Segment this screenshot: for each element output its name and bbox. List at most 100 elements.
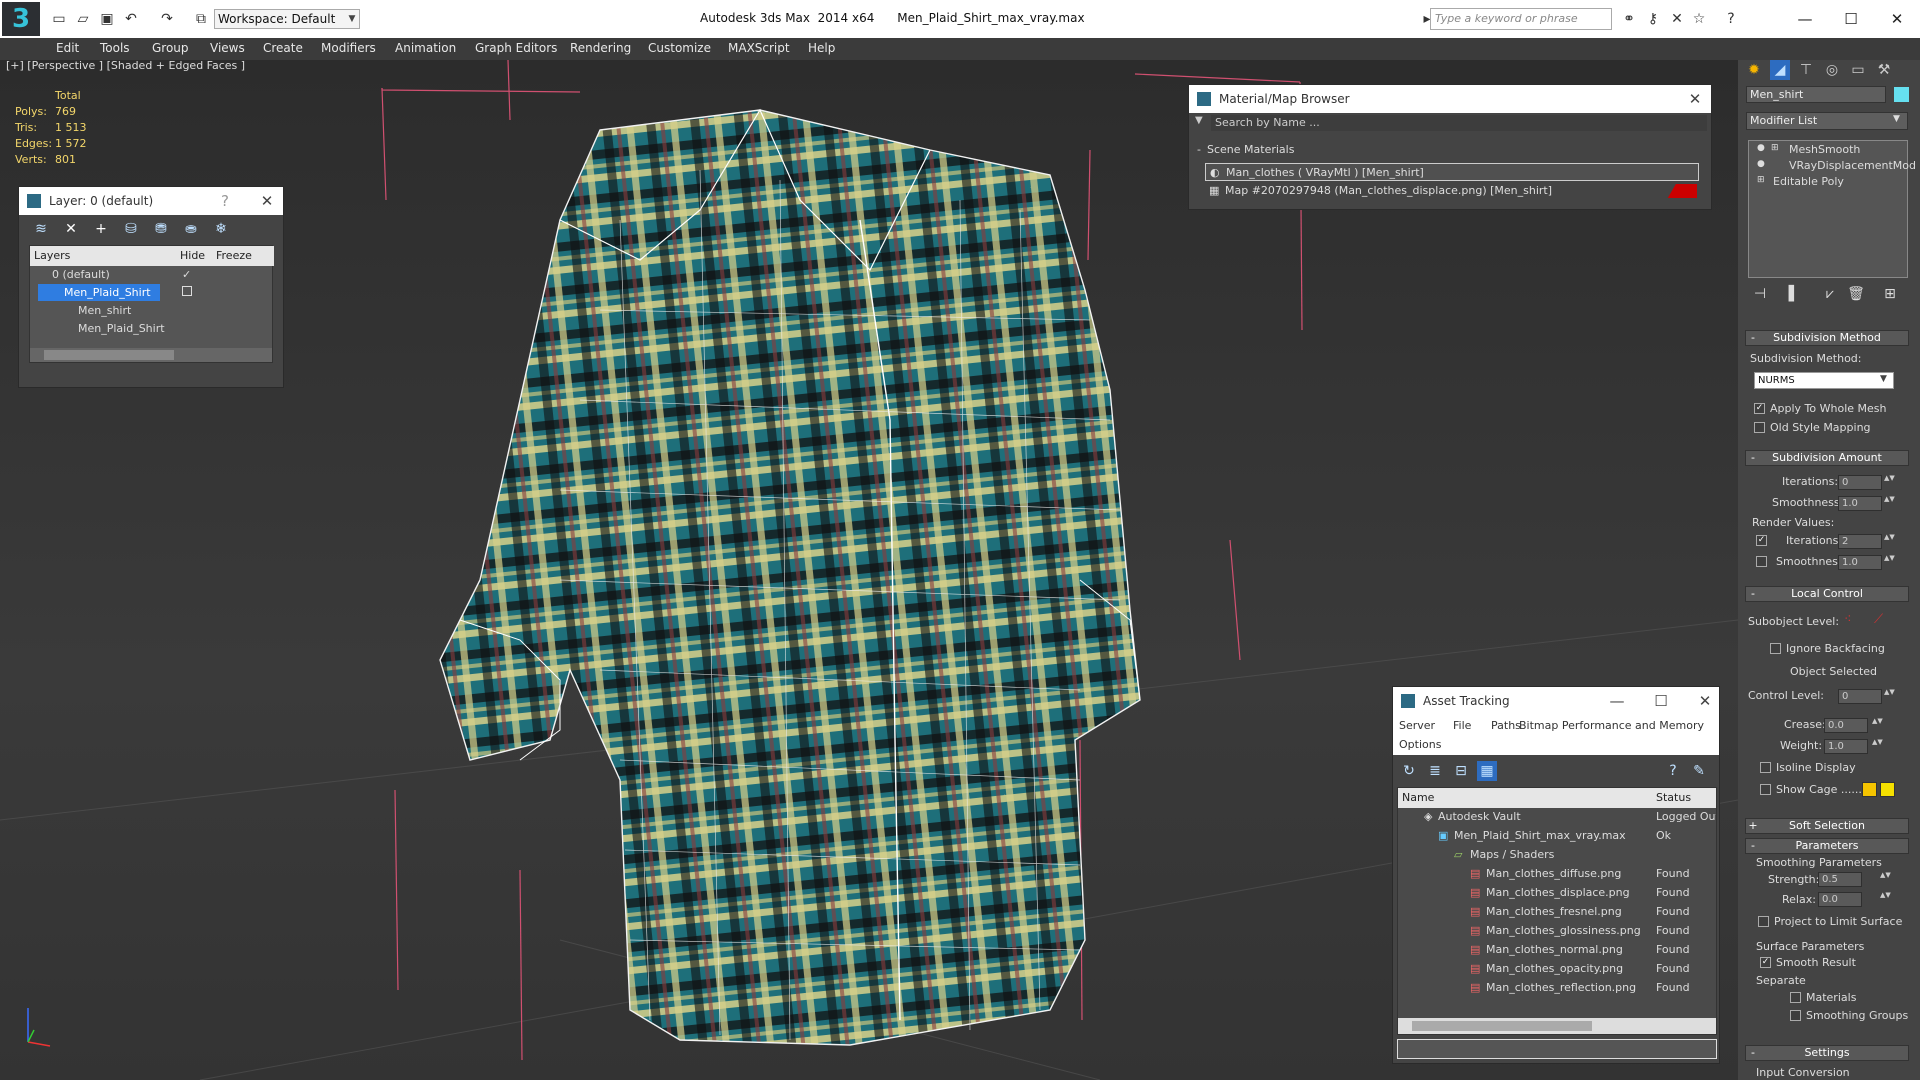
menu-rendering[interactable]: Rendering	[570, 41, 631, 55]
rollout-subdivision-method[interactable]: - Subdivision Method	[1745, 330, 1909, 346]
create-tab-icon[interactable]: ✹	[1744, 60, 1764, 80]
hide-column-header[interactable]: Hide	[176, 246, 212, 266]
app-logo-icon[interactable]: 3	[2, 2, 40, 36]
table-view-icon[interactable]: ▦	[1477, 761, 1497, 781]
collapse-icon[interactable]: -	[1746, 331, 1760, 345]
list-view-icon[interactable]: ≣	[1425, 761, 1445, 781]
select-objects-icon[interactable]: ⛁	[121, 219, 141, 239]
rollout-local-control[interactable]: - Local Control	[1745, 586, 1909, 602]
asset-row-name[interactable]: Man_clothes_displace.png	[1486, 886, 1630, 899]
isoline-display-checkbox[interactable]	[1760, 762, 1771, 773]
filter-icon[interactable]: ▼	[1195, 115, 1207, 129]
menu-graph-editors[interactable]: Graph Editors	[475, 41, 557, 55]
help-icon[interactable]: ?	[211, 187, 239, 215]
asset-row-name[interactable]: Man_clothes_reflection.png	[1486, 981, 1636, 994]
freeze-all-layers-icon[interactable]: ❄	[211, 219, 231, 239]
control-level-spinner[interactable]: 0	[1838, 689, 1882, 704]
menu-views[interactable]: Views	[210, 41, 245, 55]
collapse-icon[interactable]: -	[1746, 451, 1760, 465]
menu-animation[interactable]: Animation	[395, 41, 456, 55]
spinner-arrows-icon[interactable]: ▲▼	[1884, 689, 1895, 704]
asset-row-name[interactable]: Men_Plaid_Shirt_max_vray.max	[1454, 829, 1626, 842]
spinner-arrows-icon[interactable]: ▲▼	[1884, 475, 1895, 490]
delete-layer-icon[interactable]: ✕	[61, 219, 81, 239]
name-column-header[interactable]: Name	[1398, 788, 1652, 808]
relax-spinner[interactable]: 0.0	[1818, 892, 1862, 907]
apply-whole-mesh-checkbox[interactable]: ✓	[1754, 403, 1765, 414]
refresh-icon[interactable]: ↻	[1399, 761, 1419, 781]
modifier-vraydisplacement[interactable]: VRayDisplacementMod	[1789, 159, 1916, 172]
layer-toggle-icon[interactable]	[182, 286, 192, 296]
render-iterations-checkbox[interactable]: ✓	[1756, 535, 1767, 546]
show-end-result-icon[interactable]: ▌	[1784, 284, 1804, 304]
scrollbar-thumb[interactable]	[1412, 1021, 1592, 1031]
bulb-icon[interactable]: ●	[1757, 159, 1765, 169]
asset-row-name[interactable]: Man_clothes_opacity.png	[1486, 962, 1623, 975]
object-name-field[interactable]: Men_shirt	[1746, 86, 1886, 103]
menu-customize[interactable]: Customize	[648, 41, 711, 55]
chevron-down-icon[interactable]: ▼	[1893, 114, 1905, 128]
scene-materials-section[interactable]: Scene Materials	[1207, 143, 1294, 156]
layer-item-selected[interactable]: Men_Plaid_Shirt	[38, 284, 160, 301]
star-icon[interactable]: ☆	[1690, 10, 1708, 28]
section-toggle-icon[interactable]: -	[1197, 143, 1201, 156]
undo-icon[interactable]: ↶	[122, 10, 140, 28]
asset-row-name[interactable]: Man_clothes_fresnel.png	[1486, 905, 1622, 918]
iterations-spinner[interactable]: 0	[1838, 475, 1882, 490]
crease-spinner[interactable]: 0.0	[1824, 718, 1868, 733]
subdivision-method-select[interactable]: NURMS	[1754, 372, 1894, 389]
rollout-soft-selection[interactable]: + Soft Selection	[1745, 818, 1909, 834]
freeze-column-header[interactable]: Freeze	[212, 246, 274, 266]
maximize-button[interactable]: ☐	[1828, 6, 1874, 32]
horizontal-scrollbar[interactable]	[30, 348, 272, 362]
exchange-icon[interactable]: ✕	[1668, 10, 1686, 28]
minimize-button[interactable]: —	[1782, 6, 1828, 32]
remove-modifier-icon[interactable]: 🗑	[1846, 284, 1866, 304]
bulb-icon[interactable]: ●	[1757, 143, 1765, 153]
scrollbar-thumb[interactable]	[44, 350, 174, 360]
active-layer-check-icon[interactable]: ✓	[182, 268, 191, 281]
spinner-arrows-icon[interactable]: ▲▼	[1884, 555, 1895, 570]
help-icon[interactable]: ?	[1722, 10, 1740, 28]
workspace-dropdown[interactable]: Workspace: Default	[214, 9, 360, 29]
menu-maxscript[interactable]: MAXScript	[728, 41, 790, 55]
show-cage-checkbox[interactable]	[1760, 784, 1771, 795]
create-layer-icon[interactable]: ≋	[31, 219, 51, 239]
close-button[interactable]: ✕	[1874, 6, 1920, 32]
render-smoothness-spinner[interactable]: 1.0	[1838, 555, 1882, 570]
project-limit-surface-checkbox[interactable]	[1758, 916, 1769, 927]
spinner-arrows-icon[interactable]: ▲▼	[1872, 739, 1883, 754]
make-unique-icon[interactable]: ⩗	[1820, 284, 1840, 304]
object-item[interactable]: Men_shirt	[78, 304, 131, 317]
asset-row-name[interactable]: Maps / Shaders	[1470, 848, 1554, 861]
object-item[interactable]: Men_Plaid_Shirt	[78, 322, 165, 335]
add-to-layer-icon[interactable]: +	[91, 219, 111, 239]
render-smoothness-checkbox[interactable]	[1756, 556, 1767, 567]
separate-smoothing-groups-checkbox[interactable]	[1790, 1010, 1801, 1021]
collapse-icon[interactable]: -	[1746, 839, 1760, 853]
pin-stack-icon[interactable]: ⊣	[1750, 284, 1770, 304]
vertex-subobject-icon[interactable]: ⁖	[1844, 612, 1852, 627]
maximize-icon[interactable]: ☐	[1647, 687, 1675, 715]
motion-tab-icon[interactable]: ◎	[1822, 60, 1842, 80]
binoculars-icon[interactable]: ⚭	[1620, 10, 1638, 28]
menu-options[interactable]: Options	[1399, 738, 1441, 751]
collapse-icon[interactable]: -	[1746, 1046, 1760, 1060]
layer-item[interactable]: 0 (default)	[52, 268, 110, 281]
status-column-header[interactable]: Status	[1652, 788, 1716, 808]
redo-icon[interactable]: ↷	[158, 10, 176, 28]
material-browser-title[interactable]: Material/Map Browser	[1189, 85, 1711, 113]
collapse-icon[interactable]: -	[1746, 587, 1760, 601]
key-icon[interactable]: ⚷	[1644, 10, 1662, 28]
layers-column-header[interactable]: Layers	[30, 246, 176, 266]
menu-help[interactable]: Help	[808, 41, 835, 55]
chevron-down-icon[interactable]: ▼	[1880, 374, 1892, 387]
modifier-list-dropdown[interactable]: Modifier List	[1746, 112, 1908, 130]
asset-row-name[interactable]: Man_clothes_diffuse.png	[1486, 867, 1621, 880]
utilities-tab-icon[interactable]: ⚒	[1874, 60, 1894, 80]
search-input[interactable]: Type a keyword or phrase	[1430, 8, 1612, 30]
hide-all-layers-icon[interactable]: ⛂	[181, 219, 201, 239]
asset-row-name[interactable]: Man_clothes_glossiness.png	[1486, 924, 1641, 937]
edge-subobject-icon[interactable]: ⟋	[1874, 612, 1883, 627]
object-color-swatch[interactable]	[1894, 87, 1909, 102]
